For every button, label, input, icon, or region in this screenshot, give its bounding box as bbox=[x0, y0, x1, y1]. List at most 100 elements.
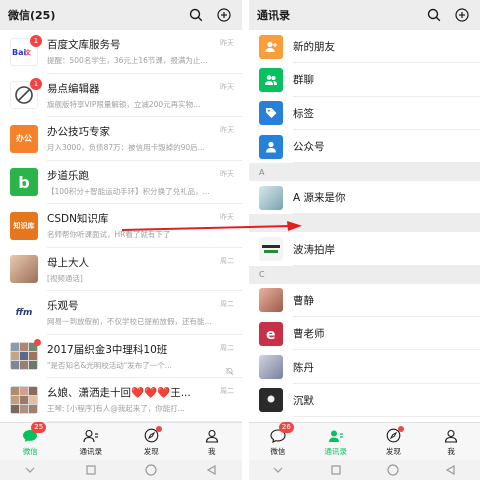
tab-contacts[interactable]: 通讯录 bbox=[61, 423, 122, 460]
chat-name: 步道乐跑 bbox=[47, 169, 89, 182]
chat-item[interactable]: Bai 文 1 百度文库服务号 提醒：500名学生，36元上16节课，报满为止..… bbox=[0, 30, 242, 74]
svg-text:e: e bbox=[266, 327, 276, 342]
tab-label: 微信 bbox=[270, 446, 286, 456]
tab-label: 我 bbox=[447, 446, 455, 456]
chat-time: 昨天 bbox=[220, 82, 234, 91]
contacts-screen: 通讯录 新的朋友 群聊 标签 公众号 A A 源来是你 波涛拍岸 C 曹静 e … bbox=[249, 0, 480, 480]
chat-item[interactable]: 母上大人 [视频通话] 周二 bbox=[0, 248, 242, 292]
avatar bbox=[10, 255, 38, 284]
chat-time: 周二 bbox=[220, 343, 234, 352]
mute-bell-icon bbox=[225, 361, 234, 376]
tab-label: 发现 bbox=[143, 446, 159, 456]
chat-item[interactable]: ffm 乐观号 网易一到放假前，不仅学校已提前放假，还有能... 周二 bbox=[0, 291, 242, 335]
collapse-icon[interactable] bbox=[23, 463, 37, 477]
chat-name: 2017届织金3中理科10班 bbox=[47, 343, 168, 356]
tag-icon bbox=[259, 101, 283, 126]
page-title: 微信(25) bbox=[8, 9, 56, 22]
official-accounts-item[interactable]: 公众号 bbox=[249, 130, 480, 164]
group-chats-item[interactable]: 群聊 bbox=[249, 63, 480, 97]
chat-preview: "是否知名&光明校活动"发布了一个... bbox=[47, 360, 172, 370]
system-nav-bar bbox=[249, 460, 480, 480]
chat-item[interactable]: 1 易点编辑器 旗舰版特享VIP限量解锁，立减200元再实物... 昨天 bbox=[0, 74, 242, 118]
chat-item[interactable]: b 步道乐跑 【100积分+智能运动手环】积分换了兑礼品，... 昨天 bbox=[0, 161, 242, 205]
search-icon[interactable] bbox=[424, 5, 444, 25]
chat-time: 昨天 bbox=[220, 39, 234, 47]
add-friend-icon bbox=[259, 34, 283, 59]
group-chat-icon bbox=[259, 67, 283, 92]
official-account-icon bbox=[259, 134, 283, 159]
chat-preview: 网易一到放假前，不仅学校已提前放假，还有能... bbox=[47, 317, 212, 327]
tab-discover[interactable]: 发现 bbox=[121, 423, 182, 460]
avatar: ffm bbox=[10, 298, 38, 327]
group-avatar bbox=[10, 385, 38, 414]
unread-dot bbox=[34, 339, 41, 347]
page-title: 通讯录 bbox=[257, 9, 290, 22]
contact-name: A 源来是你 bbox=[293, 192, 346, 205]
collapse-icon[interactable] bbox=[271, 463, 285, 477]
contact-name: 曹静 bbox=[293, 294, 314, 307]
chat-item[interactable]: 办公 办公技巧专家 月入3000，负债87万：被信用卡毁掉的90后... 昨天 bbox=[0, 117, 242, 161]
tab-badge: 25 bbox=[31, 421, 47, 433]
tab-badge: 26 bbox=[278, 421, 294, 433]
item-label: 公众号 bbox=[293, 141, 325, 154]
back-icon[interactable] bbox=[205, 463, 219, 477]
chat-preview: [视频通话] bbox=[47, 273, 83, 283]
contact-item[interactable]: e 曹老师 bbox=[249, 317, 480, 351]
tab-chats[interactable]: 25 微信 bbox=[0, 421, 61, 460]
chat-name: 乐观号 bbox=[47, 300, 79, 313]
contact-name: 沉默 bbox=[293, 394, 314, 407]
avatar: e bbox=[259, 321, 283, 346]
home-icon[interactable] bbox=[144, 463, 158, 477]
tab-me[interactable]: 我 bbox=[182, 423, 243, 460]
avatar: b bbox=[10, 168, 38, 197]
swipe-arrow-icon bbox=[122, 221, 302, 231]
search-icon[interactable] bbox=[186, 5, 206, 25]
recent-apps-icon[interactable] bbox=[84, 463, 98, 477]
system-nav-bar bbox=[0, 460, 242, 480]
chat-item[interactable]: 2017届织金3中理科10班 "是否知名&光明校活动"发布了一个... 周二 bbox=[0, 335, 242, 379]
add-icon[interactable] bbox=[214, 5, 234, 25]
avatar bbox=[259, 388, 283, 413]
tab-chats[interactable]: 26 微信 bbox=[249, 421, 307, 460]
tab-bar: 25 微信 通讯录 发现 我 bbox=[0, 421, 243, 460]
add-icon[interactable] bbox=[452, 5, 472, 25]
tab-me[interactable]: 我 bbox=[422, 423, 480, 460]
recent-apps-icon[interactable] bbox=[329, 463, 343, 477]
chat-preview: 【100积分+智能运动手环】积分换了兑礼品，... bbox=[47, 186, 210, 196]
avatar: 办公 bbox=[10, 124, 38, 153]
contacts-header: 通讯录 bbox=[249, 0, 480, 30]
chat-item[interactable]: 幺娘、潇洒走十回❤️❤️❤️王... 王琴: [小程序]有人@我起来了，你能打.… bbox=[0, 378, 242, 422]
chat-name: 办公技巧专家 bbox=[47, 126, 110, 139]
tab-label: 我 bbox=[208, 446, 216, 456]
tab-dot bbox=[398, 425, 405, 432]
back-icon[interactable] bbox=[444, 463, 458, 477]
chat-name: 百度文库服务号 bbox=[47, 39, 121, 52]
contact-item[interactable]: 陈丹 bbox=[249, 350, 480, 384]
home-icon[interactable] bbox=[386, 463, 400, 477]
compass-icon bbox=[142, 425, 163, 445]
chats-header: 微信(25) bbox=[0, 0, 242, 30]
svg-text:文: 文 bbox=[24, 49, 32, 57]
chat-name: 幺娘、潇洒走十回❤️❤️❤️王... bbox=[47, 387, 191, 400]
contacts-icon bbox=[82, 427, 100, 445]
new-friends-item[interactable]: 新的朋友 bbox=[249, 30, 480, 64]
tags-item[interactable]: 标签 bbox=[249, 97, 480, 131]
chat-name: 母上大人 bbox=[47, 256, 89, 269]
chat-preview: 旗舰版特享VIP限量解锁，立减200元再实物... bbox=[47, 99, 201, 109]
chat-time: 周二 bbox=[220, 256, 234, 265]
contact-item[interactable]: A 源来是你 bbox=[249, 181, 480, 215]
contact-item[interactable]: 曹静 bbox=[249, 284, 480, 318]
avatar bbox=[259, 355, 283, 380]
tab-label: 通讯录 bbox=[324, 446, 347, 456]
chat-name: 易点编辑器 bbox=[47, 82, 100, 95]
chat-preview: 提醒：500名学生，36元上16节课，报满为止... bbox=[47, 56, 208, 66]
tab-label: 发现 bbox=[385, 446, 401, 456]
contact-item[interactable]: 沉默 bbox=[249, 384, 480, 418]
tab-discover[interactable]: 发现 bbox=[365, 423, 423, 460]
group-avatar bbox=[10, 339, 41, 371]
person-icon bbox=[442, 427, 460, 445]
chat-bubble-icon: 25 bbox=[21, 421, 47, 445]
contact-name: 曹老师 bbox=[293, 328, 325, 341]
chat-time: 昨天 bbox=[220, 126, 234, 134]
tab-contacts[interactable]: 通讯录 bbox=[307, 423, 365, 460]
